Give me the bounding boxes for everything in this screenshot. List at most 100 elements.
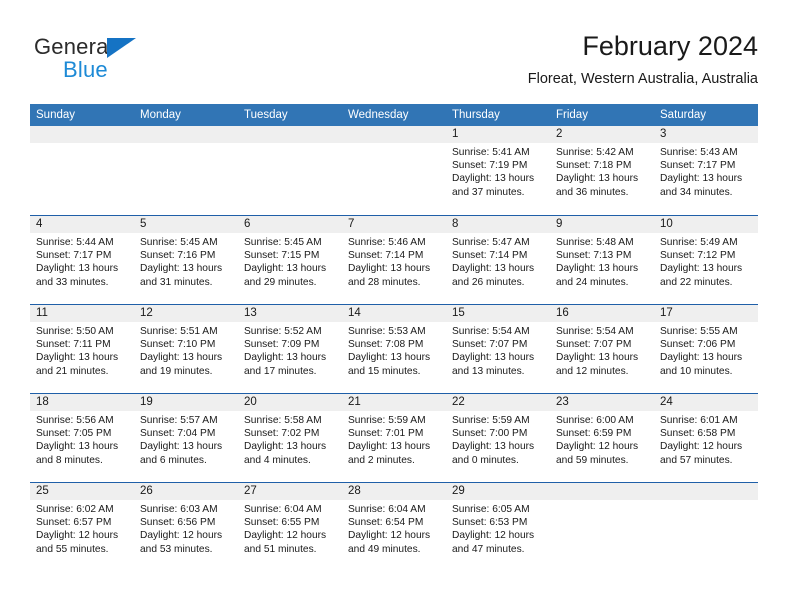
day-info-line: and 33 minutes. [36, 276, 109, 288]
day-sun-info: Sunrise: 5:58 AM Sunset: 7:02 PM Daylight:… [238, 411, 342, 467]
day-sun-info [550, 500, 654, 503]
day-info-line: and 37 minutes. [452, 186, 525, 198]
day-number: 23 [556, 396, 569, 408]
day-number: 21 [348, 396, 361, 408]
calendar-week-row: 1 Sunrise: 5:41 AM Sunset: 7:19 PM Daylight… [30, 126, 758, 215]
day-sun-info: Sunrise: 5:47 AM Sunset: 7:14 PM Daylight:… [446, 233, 550, 289]
day-info-line: Sunrise: 5:56 AM [36, 415, 114, 426]
day-info-line: Daylight: 13 hours [660, 173, 743, 185]
day-info-line: Sunset: 7:10 PM [140, 339, 216, 351]
day-info-line: and 51 minutes. [244, 543, 317, 555]
calendar-day-cell[interactable]: 9 Sunrise: 5:48 AM Sunset: 7:13 PM Daylight… [550, 216, 654, 304]
day-info-line: Daylight: 13 hours [244, 263, 327, 275]
day-info-line: Sunrise: 6:04 AM [348, 504, 426, 515]
day-info-line: Sunrise: 6:05 AM [452, 504, 530, 515]
calendar-day-cell[interactable]: 2 Sunrise: 5:42 AM Sunset: 7:18 PM Daylight… [550, 126, 654, 215]
calendar-day-cell[interactable]: 16 Sunrise: 5:54 AM Sunset: 7:07 PM Dayligh… [550, 305, 654, 393]
day-number-band: 29 [446, 483, 550, 500]
calendar-day-cell[interactable]: 11 Sunrise: 5:50 AM Sunset: 7:11 PM Dayligh… [30, 305, 134, 393]
day-info-line: Sunrise: 5:52 AM [244, 326, 322, 337]
calendar-day-cell[interactable]: 15 Sunrise: 5:54 AM Sunset: 7:07 PM Dayligh… [446, 305, 550, 393]
day-sun-info: Sunrise: 6:02 AM Sunset: 6:57 PM Daylight:… [30, 500, 134, 556]
day-info-line: Sunset: 6:57 PM [36, 517, 112, 529]
calendar-day-cell[interactable]: 6 Sunrise: 5:45 AM Sunset: 7:15 PM Daylight… [238, 216, 342, 304]
day-info-line: Sunset: 7:01 PM [348, 428, 424, 440]
calendar-day-cell[interactable]: 4 Sunrise: 5:44 AM Sunset: 7:17 PM Daylight… [30, 216, 134, 304]
day-info-line: Sunrise: 5:51 AM [140, 326, 218, 337]
day-info-line: and 13 minutes. [452, 365, 525, 377]
day-info-line: Daylight: 13 hours [140, 352, 223, 364]
day-info-line: Sunset: 7:18 PM [556, 160, 632, 172]
calendar-day-cell[interactable]: 10 Sunrise: 5:49 AM Sunset: 7:12 PM Dayligh… [654, 216, 758, 304]
day-info-line: Daylight: 13 hours [556, 173, 639, 185]
day-info-line: and 28 minutes. [348, 276, 421, 288]
calendar-day-cell[interactable]: 1 Sunrise: 5:41 AM Sunset: 7:19 PM Daylight… [446, 126, 550, 215]
day-number: 13 [244, 307, 257, 319]
day-number-band: 10 [654, 216, 758, 233]
day-info-line: Sunrise: 5:53 AM [348, 326, 426, 337]
day-sun-info: Sunrise: 6:04 AM Sunset: 6:54 PM Daylight:… [342, 500, 446, 556]
day-info-line: and 29 minutes. [244, 276, 317, 288]
day-info-line: Daylight: 13 hours [140, 441, 223, 453]
day-info-line: and 10 minutes. [660, 365, 733, 377]
calendar-day-cell[interactable]: 13 Sunrise: 5:52 AM Sunset: 7:09 PM Dayligh… [238, 305, 342, 393]
calendar-day-cell[interactable]: 19 Sunrise: 5:57 AM Sunset: 7:04 PM Dayligh… [134, 394, 238, 482]
day-info-line: Sunset: 7:09 PM [244, 339, 320, 351]
day-info-line: and 26 minutes. [452, 276, 525, 288]
calendar-day-cell[interactable]: 25 Sunrise: 6:02 AM Sunset: 6:57 PM Dayligh… [30, 483, 134, 571]
day-info-line: Daylight: 12 hours [36, 530, 119, 542]
calendar-day-cell[interactable]: 14 Sunrise: 5:53 AM Sunset: 7:08 PM Dayligh… [342, 305, 446, 393]
day-info-line: Sunrise: 5:59 AM [452, 415, 530, 426]
calendar-day-cell[interactable]: 24 Sunrise: 6:01 AM Sunset: 6:58 PM Dayligh… [654, 394, 758, 482]
day-sun-info: Sunrise: 5:48 AM Sunset: 7:13 PM Daylight:… [550, 233, 654, 289]
day-number: 15 [452, 307, 465, 319]
day-sun-info: Sunrise: 5:41 AM Sunset: 7:19 PM Daylight:… [446, 143, 550, 199]
day-info-line: and 36 minutes. [556, 186, 629, 198]
day-number-band: 25 [30, 483, 134, 500]
day-number-band: 9 [550, 216, 654, 233]
day-info-line: Sunset: 6:56 PM [140, 517, 216, 529]
day-info-line: Sunrise: 6:04 AM [244, 504, 322, 515]
day-info-line: Sunset: 7:16 PM [140, 250, 216, 262]
day-info-line: Daylight: 13 hours [36, 441, 119, 453]
calendar-day-cell[interactable]: 18 Sunrise: 5:56 AM Sunset: 7:05 PM Dayligh… [30, 394, 134, 482]
page-subtitle: Floreat, Western Australia, Australia [527, 71, 758, 87]
day-number: 19 [140, 396, 153, 408]
calendar-day-cell[interactable]: 7 Sunrise: 5:46 AM Sunset: 7:14 PM Daylight… [342, 216, 446, 304]
calendar-day-cell[interactable]: 8 Sunrise: 5:47 AM Sunset: 7:14 PM Daylight… [446, 216, 550, 304]
day-number: 5 [140, 218, 147, 230]
day-number: 10 [660, 218, 673, 230]
day-number: 27 [244, 485, 257, 497]
day-info-line: and 57 minutes. [660, 454, 733, 466]
calendar-day-cell[interactable]: 12 Sunrise: 5:51 AM Sunset: 7:10 PM Dayligh… [134, 305, 238, 393]
day-info-line: Sunrise: 5:41 AM [452, 147, 530, 158]
calendar-day-cell[interactable]: 21 Sunrise: 5:59 AM Sunset: 7:01 PM Dayligh… [342, 394, 446, 482]
calendar-day-cell[interactable]: 20 Sunrise: 5:58 AM Sunset: 7:02 PM Dayligh… [238, 394, 342, 482]
day-sun-info [30, 143, 134, 146]
day-info-line: Sunrise: 5:45 AM [140, 237, 218, 248]
day-sun-info: Sunrise: 5:56 AM Sunset: 7:05 PM Daylight:… [30, 411, 134, 467]
calendar-day-cell[interactable]: 26 Sunrise: 6:03 AM Sunset: 6:56 PM Dayligh… [134, 483, 238, 571]
calendar-day-cell[interactable]: 27 Sunrise: 6:04 AM Sunset: 6:55 PM Dayligh… [238, 483, 342, 571]
calendar-day-cell[interactable]: 22 Sunrise: 5:59 AM Sunset: 7:00 PM Dayligh… [446, 394, 550, 482]
calendar-day-cell-empty [654, 483, 758, 571]
day-info-line: Sunset: 7:12 PM [660, 250, 736, 262]
day-number-band: 11 [30, 305, 134, 322]
calendar-day-cell[interactable]: 5 Sunrise: 5:45 AM Sunset: 7:16 PM Daylight… [134, 216, 238, 304]
day-number-band [30, 126, 134, 143]
day-info-line: Daylight: 13 hours [660, 352, 743, 364]
brand-logo[interactable]: General Blue [34, 34, 224, 86]
day-info-line: Daylight: 13 hours [452, 173, 535, 185]
day-info-line: Sunrise: 5:47 AM [452, 237, 530, 248]
day-number: 1 [452, 128, 459, 140]
calendar-day-cell[interactable]: 17 Sunrise: 5:55 AM Sunset: 7:06 PM Dayligh… [654, 305, 758, 393]
calendar-day-cell[interactable]: 28 Sunrise: 6:04 AM Sunset: 6:54 PM Dayligh… [342, 483, 446, 571]
calendar-day-cell[interactable]: 3 Sunrise: 5:43 AM Sunset: 7:17 PM Daylight… [654, 126, 758, 215]
day-sun-info: Sunrise: 5:51 AM Sunset: 7:10 PM Daylight:… [134, 322, 238, 378]
day-info-line: and 0 minutes. [452, 454, 519, 466]
day-info-line: Daylight: 12 hours [140, 530, 223, 542]
day-info-line: Sunset: 7:19 PM [452, 160, 528, 172]
calendar-day-cell[interactable]: 29 Sunrise: 6:05 AM Sunset: 6:53 PM Dayligh… [446, 483, 550, 571]
day-number-band: 24 [654, 394, 758, 411]
calendar-day-cell[interactable]: 23 Sunrise: 6:00 AM Sunset: 6:59 PM Dayligh… [550, 394, 654, 482]
